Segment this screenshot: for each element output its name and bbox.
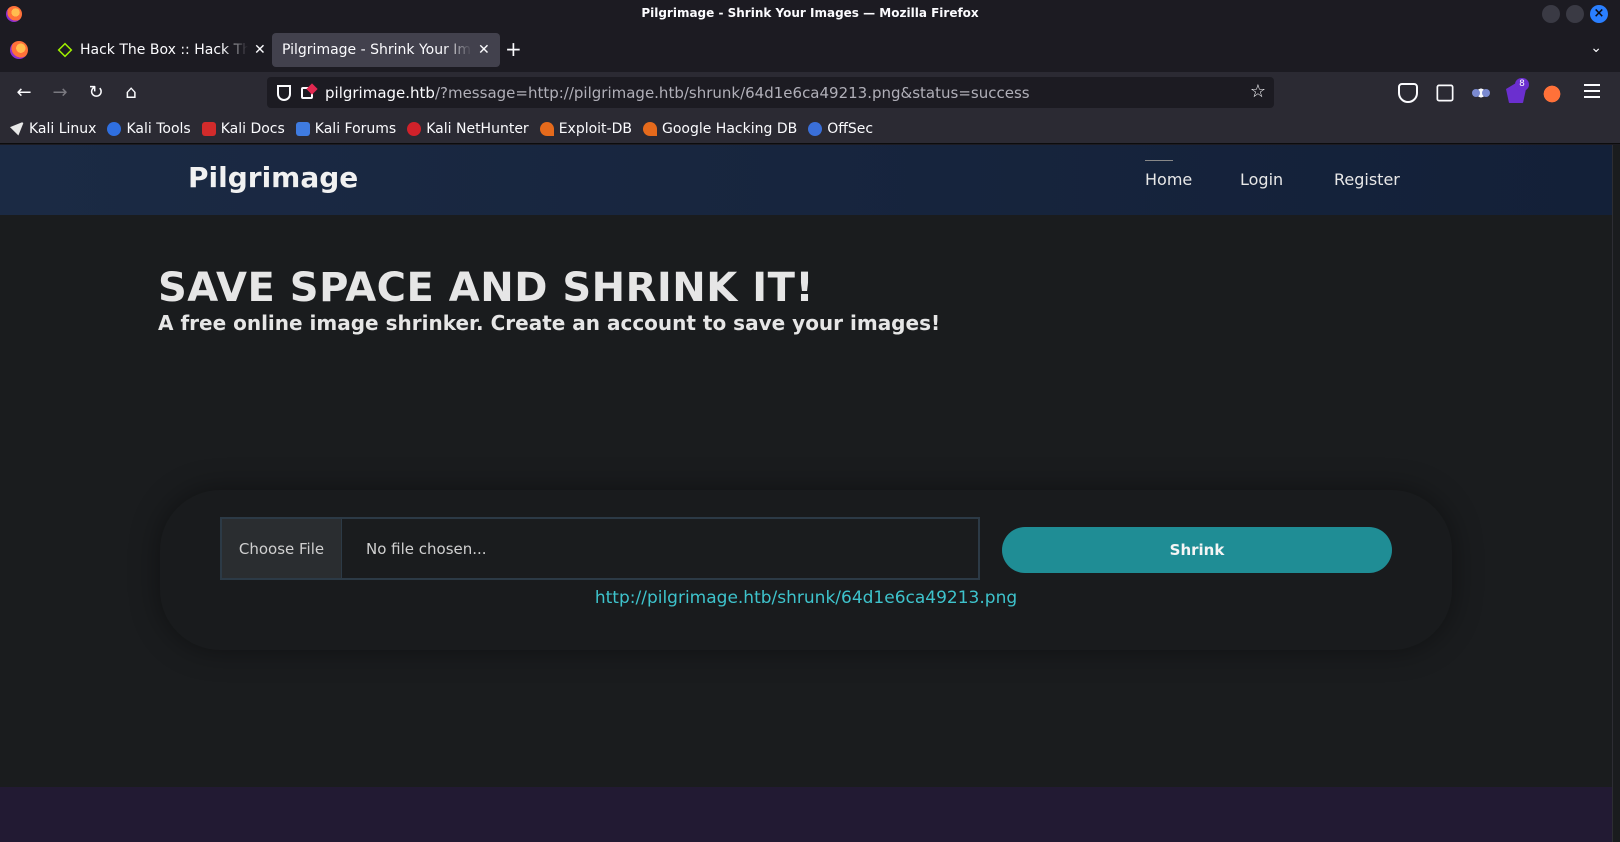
app-menu-icon[interactable] xyxy=(1584,84,1600,98)
home-icon[interactable]: ⌂ xyxy=(119,81,143,105)
spy-extension-icon[interactable] xyxy=(1471,83,1491,103)
bookmark-label: Exploit-DB xyxy=(558,120,632,137)
tab-hackthebox[interactable]: Hack The Box :: Hack The Box ✕ xyxy=(48,33,276,67)
tab-pilgrimage[interactable]: Pilgrimage - Shrink Your Images ✕ xyxy=(272,33,500,67)
window-titlebar: Pilgrimage - Shrink Your Images — Mozill… xyxy=(0,0,1620,28)
bookmark-kali-nethunter[interactable]: Kali NetHunter xyxy=(407,120,529,137)
maximize-button[interactable] xyxy=(1566,5,1584,23)
url-path: /?message=http://pilgrimage.htb/shrunk/6… xyxy=(434,83,1030,102)
bookmark-kali-linux[interactable]: Kali Linux xyxy=(10,121,96,137)
bookmark-kali-forums[interactable]: Kali Forums xyxy=(295,120,397,137)
file-input[interactable]: Choose File No file chosen... xyxy=(220,517,980,580)
forward-icon[interactable]: → xyxy=(48,81,72,105)
page-content: Pilgrimage Home Login Register SAVE SPAC… xyxy=(0,145,1612,842)
bookmark-offsec[interactable]: OffSec xyxy=(808,121,873,137)
file-status: No file chosen... xyxy=(366,539,487,558)
hackthebox-favicon-icon xyxy=(57,42,73,58)
bookmark-google-hacking-db[interactable]: Google Hacking DB xyxy=(642,120,798,137)
bookmark-star-icon[interactable]: ☆ xyxy=(1250,81,1266,102)
bookmark-label: Kali Docs xyxy=(220,120,285,137)
kali-nethunter-icon xyxy=(407,121,422,136)
shrunk-image-link[interactable]: http://pilgrimage.htb/shrunk/64d1e6ca492… xyxy=(0,588,1612,608)
bookmark-label: Kali NetHunter xyxy=(426,120,529,137)
exploit-db-icon xyxy=(539,121,554,136)
navigation-toolbar: ← → ↻ ⌂ pilgrimage.htb/?message=http://p… xyxy=(0,72,1620,114)
foxyproxy-icon[interactable] xyxy=(1542,83,1562,103)
url-bar[interactable]: pilgrimage.htb/?message=http://pilgrimag… xyxy=(267,77,1274,108)
kali-forums-icon xyxy=(295,121,310,136)
bookmark-kali-tools[interactable]: Kali Tools xyxy=(107,120,191,137)
bookmark-label: Kali Tools xyxy=(126,120,191,137)
page-scrollbar[interactable] xyxy=(1612,145,1620,842)
hero-title: SAVE SPACE AND SHRINK IT! xyxy=(158,265,815,311)
window-close-button[interactable]: × xyxy=(1590,5,1608,23)
shrink-button[interactable]: Shrink xyxy=(1002,527,1392,573)
choose-file-button[interactable]: Choose File xyxy=(222,519,342,578)
tab-bar: Hack The Box :: Hack The Box ✕ Pilgrimag… xyxy=(0,28,1620,72)
bookmarks-toolbar: Kali Linux Kali Tools Kali Docs Kali For… xyxy=(0,114,1620,144)
nav-register[interactable]: Register xyxy=(1334,170,1400,189)
bookmark-label: Kali Linux xyxy=(29,120,97,137)
url-host: pilgrimage.htb xyxy=(325,83,435,102)
kali-docs-icon xyxy=(201,121,216,136)
minimize-button[interactable] xyxy=(1542,5,1560,23)
kali-tools-icon xyxy=(107,121,122,136)
back-icon[interactable]: ← xyxy=(12,81,36,105)
window-title: Pilgrimage - Shrink Your Images — Mozill… xyxy=(641,6,979,20)
bookmark-kali-docs[interactable]: Kali Docs xyxy=(201,120,285,137)
tab-close-icon[interactable]: ✕ xyxy=(254,42,266,58)
tab-close-icon[interactable]: ✕ xyxy=(478,42,490,58)
site-brand[interactable]: Pilgrimage xyxy=(188,161,358,194)
pocket-icon[interactable] xyxy=(1398,83,1418,103)
site-header: Pilgrimage Home Login Register xyxy=(0,145,1612,215)
bookmark-label: Google Hacking DB xyxy=(661,120,798,137)
extension-badge: 8 xyxy=(1515,78,1529,91)
nav-home[interactable]: Home xyxy=(1145,160,1192,189)
tracking-protection-icon[interactable] xyxy=(277,84,291,101)
hero-subtitle: A free online image shrinker. Create an … xyxy=(158,311,941,335)
reload-icon[interactable]: ↻ xyxy=(84,81,108,105)
list-all-tabs-icon[interactable]: ⌄ xyxy=(1590,40,1602,56)
bookmark-exploit-db[interactable]: Exploit-DB xyxy=(539,120,632,137)
insecure-lock-icon[interactable] xyxy=(301,86,313,99)
tab-label: Pilgrimage - Shrink Your Images xyxy=(282,42,472,58)
extensions-icon[interactable] xyxy=(1436,84,1454,102)
tab-label: Hack The Box :: Hack The Box xyxy=(80,42,248,58)
offsec-icon xyxy=(808,121,823,136)
kali-linux-icon xyxy=(10,121,24,136)
google-hacking-db-icon xyxy=(642,121,657,136)
page-footer xyxy=(0,787,1612,842)
bookmark-label: Kali Forums xyxy=(314,120,397,137)
nav-login[interactable]: Login xyxy=(1240,170,1283,189)
firefox-view-icon[interactable] xyxy=(10,41,28,59)
new-tab-icon[interactable]: + xyxy=(505,37,522,61)
bookmark-label: OffSec xyxy=(827,120,874,137)
